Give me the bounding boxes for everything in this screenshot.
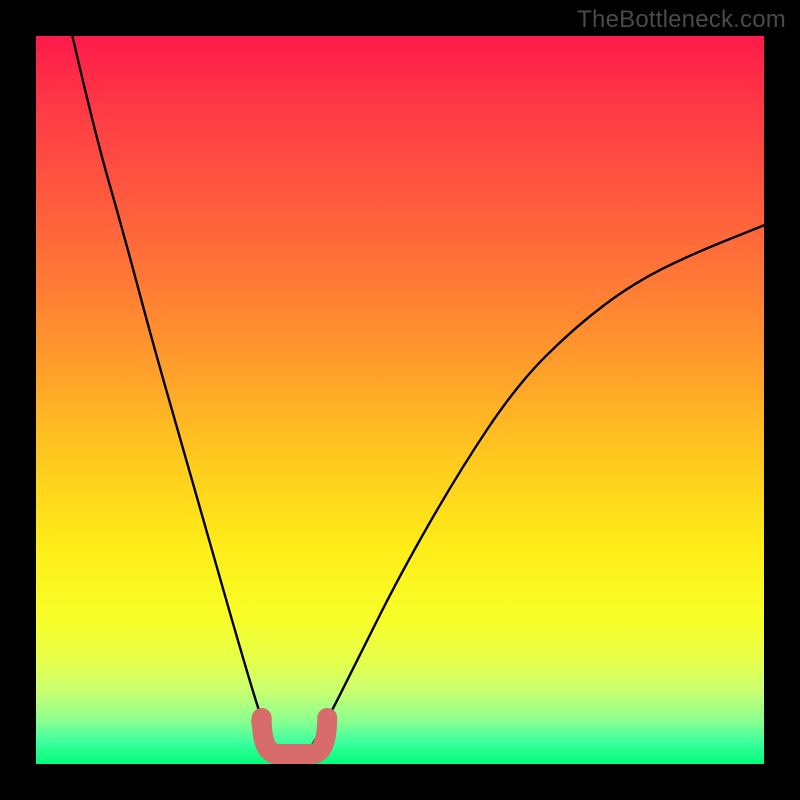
bottleneck-curve [72, 36, 764, 762]
watermark-text: TheBottleneck.com [577, 6, 786, 34]
chart-frame: TheBottleneck.com [0, 0, 800, 800]
min-highlight [262, 718, 328, 754]
curve-svg [36, 36, 764, 764]
plot-area [36, 36, 764, 764]
min-dot [251, 715, 265, 729]
